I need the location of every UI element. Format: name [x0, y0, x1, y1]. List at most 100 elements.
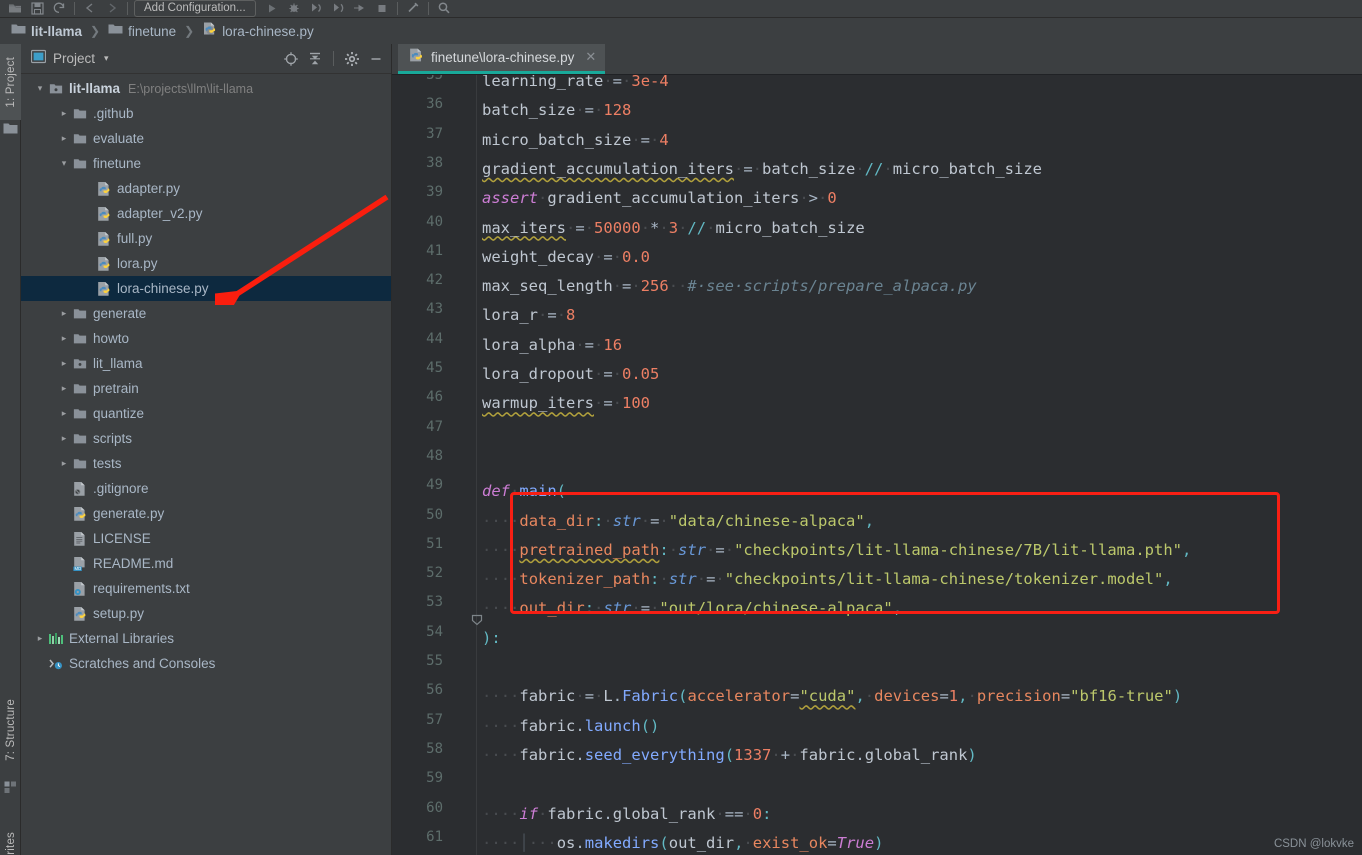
- line-number: 59: [426, 770, 443, 787]
- close-icon[interactable]: ✕: [581, 49, 599, 67]
- tree-row-label: finetune: [93, 156, 142, 171]
- tree-row-lit-llama[interactable]: ▸ lit_llama: [21, 351, 391, 376]
- left-tool-rail: 1: Project 7: Structure Favorites: [0, 44, 21, 855]
- code-line-37: micro_batch_size·=·4: [482, 130, 669, 149]
- python-file-icon: [95, 281, 113, 297]
- tree-row-scratches-and-consoles[interactable]: Scratches and Consoles: [21, 651, 391, 676]
- tree-row-lora-py[interactable]: lora.py: [21, 251, 391, 276]
- sidebar-item-project[interactable]: 1: Project: [0, 44, 21, 120]
- python-file-icon: [95, 181, 113, 197]
- tree-row-quantize[interactable]: ▸ quantize: [21, 401, 391, 426]
- toolbar-divider-2: [127, 2, 128, 15]
- breadcrumb-item-1[interactable]: finetune: [105, 22, 179, 40]
- tree-row-label: pretrain: [93, 381, 139, 396]
- tree-row-label: .github: [93, 106, 134, 121]
- requirements-file-icon: [71, 581, 89, 597]
- sync-icon[interactable]: [48, 0, 70, 17]
- profile-icon[interactable]: [327, 0, 349, 17]
- source-code[interactable]: learning_rate·=·3e-4 batch_size·=·128 micr…: [482, 74, 1362, 855]
- folder-icon: [71, 107, 89, 121]
- tree-row-evaluate[interactable]: ▸ evaluate: [21, 126, 391, 151]
- gitignore-file-icon: [71, 481, 89, 497]
- tree-row-generate[interactable]: ▸ generate: [21, 301, 391, 326]
- tree-row-howto[interactable]: ▸ howto: [21, 326, 391, 351]
- tree-row-requirements-txt[interactable]: requirements.txt: [21, 576, 391, 601]
- code-line-49: def·main(: [482, 482, 567, 501]
- tab-label: finetune\lora-chinese.py: [431, 50, 575, 65]
- breadcrumb-label: finetune: [128, 23, 177, 39]
- page-title: Project: [53, 51, 96, 66]
- tree-row-lora-chinese-py[interactable]: lora-chinese.py: [21, 276, 391, 301]
- open-folder-icon[interactable]: [4, 0, 26, 17]
- project-panel-actions: [280, 48, 387, 70]
- tree-row-setup-py[interactable]: setup.py: [21, 601, 391, 626]
- tree-row-full-py[interactable]: full.py: [21, 226, 391, 251]
- project-panel-title-group[interactable]: Project ▾: [30, 49, 109, 69]
- tree-row-finetune[interactable]: ▾ finetune: [21, 151, 391, 176]
- code-line-61: ····│···os.makedirs(out_dir,·exist_ok=Tr…: [482, 833, 884, 852]
- tree-row-label: quantize: [93, 406, 145, 421]
- chevron-right-icon[interactable]: ▸: [57, 408, 71, 419]
- chevron-right-icon[interactable]: ▸: [57, 108, 71, 119]
- editor-area: finetune\lora-chinese.py ✕ 35 36 37 38 39 40 4…: [392, 44, 1362, 855]
- tree-row-readme-md[interactable]: MD README.md: [21, 551, 391, 576]
- breadcrumb-item-2[interactable]: lora-chinese.py: [199, 21, 317, 41]
- back-icon[interactable]: [79, 0, 101, 17]
- tree-row-label: lora-chinese.py: [117, 281, 209, 296]
- stop-icon[interactable]: [371, 0, 393, 17]
- attach-icon[interactable]: [349, 0, 371, 17]
- python-file-icon: [71, 606, 89, 622]
- sidebar-item-favorites[interactable]: Favorites: [0, 814, 21, 855]
- chevron-right-icon[interactable]: ▸: [57, 333, 71, 344]
- chevron-right-icon[interactable]: ▸: [57, 133, 71, 144]
- tree-row-label: requirements.txt: [93, 581, 190, 596]
- chevron-down-icon[interactable]: ▾: [33, 83, 47, 94]
- tab-lora-chinese[interactable]: finetune\lora-chinese.py ✕: [398, 44, 606, 74]
- scroll-from-source-icon[interactable]: [280, 48, 302, 70]
- tree-row--gitignore[interactable]: .gitignore: [21, 476, 391, 501]
- tree-row--github[interactable]: ▸ .github: [21, 101, 391, 126]
- hide-panel-icon[interactable]: [365, 48, 387, 70]
- editor-tabbar: finetune\lora-chinese.py ✕: [392, 44, 1362, 74]
- chevron-down-icon[interactable]: ▾: [104, 53, 109, 64]
- chevron-right-icon[interactable]: ▸: [57, 358, 71, 369]
- debug-icon[interactable]: [283, 0, 305, 17]
- folder-icon: [71, 407, 89, 421]
- sidebar-item-structure[interactable]: 7: Structure: [0, 684, 21, 776]
- code-viewport[interactable]: 35 36 37 38 39 40 41 42 43 44 45 46 47 48 49 50 51 52 53 54…: [392, 74, 1362, 855]
- chevron-right-icon[interactable]: ▸: [33, 633, 47, 644]
- save-icon[interactable]: [26, 0, 48, 17]
- tree-row-scripts[interactable]: ▸ scripts: [21, 426, 391, 451]
- line-number: 43: [426, 301, 443, 318]
- chevron-right-icon[interactable]: ▸: [57, 383, 71, 394]
- line-number: 51: [426, 535, 443, 552]
- settings-gear-icon[interactable]: [341, 48, 363, 70]
- code-fold-icon[interactable]: [470, 613, 484, 627]
- inspect-icon[interactable]: [402, 0, 424, 17]
- tree-row-adapter-v2-py[interactable]: adapter_v2.py: [21, 201, 391, 226]
- forward-icon[interactable]: [101, 0, 123, 17]
- tree-row-adapter-py[interactable]: adapter.py: [21, 176, 391, 201]
- chevron-right-icon[interactable]: ▸: [57, 458, 71, 469]
- search-icon[interactable]: [433, 0, 455, 17]
- chevron-right-icon[interactable]: ▸: [57, 433, 71, 444]
- tree-row-license[interactable]: LICENSE: [21, 526, 391, 551]
- project-tree[interactable]: ▾ lit-llama E:\projects\llm\lit-llama ▸ .git…: [21, 74, 391, 855]
- line-number: 40: [426, 213, 443, 230]
- tree-row-generate-py[interactable]: generate.py: [21, 501, 391, 526]
- coverage-icon[interactable]: [305, 0, 327, 17]
- tree-row-label: generate: [93, 306, 147, 321]
- add-configuration-button[interactable]: Add Configuration...: [134, 0, 256, 17]
- breadcrumb-item-0[interactable]: lit-llama: [8, 22, 85, 40]
- chevron-right-icon[interactable]: ▸: [57, 308, 71, 319]
- tree-row-external-libraries[interactable]: ▸ External Libraries: [21, 626, 391, 651]
- collapse-all-icon[interactable]: [304, 48, 326, 70]
- line-number: 47: [426, 418, 443, 435]
- tree-row-label: setup.py: [93, 606, 145, 621]
- tree-row-lit-llama[interactable]: ▾ lit-llama E:\projects\llm\lit-llama: [21, 76, 391, 101]
- tree-row-pretrain[interactable]: ▸ pretrain: [21, 376, 391, 401]
- chevron-down-icon[interactable]: ▾: [57, 158, 71, 169]
- code-line-43: lora_r·=·8: [482, 306, 576, 325]
- run-icon[interactable]: [261, 0, 283, 17]
- tree-row-tests[interactable]: ▸ tests: [21, 451, 391, 476]
